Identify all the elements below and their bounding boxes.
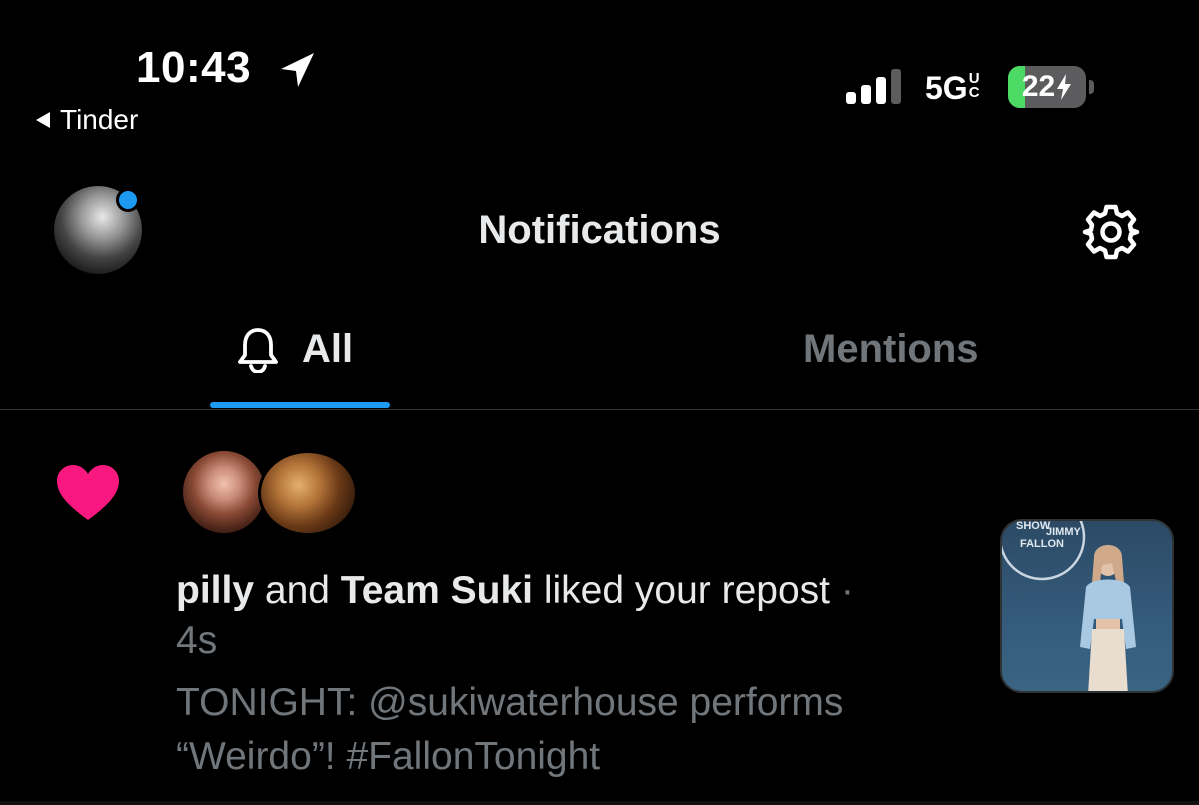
tab-all-label: All (302, 327, 354, 371)
active-tab-indicator (210, 402, 390, 408)
network-suffix: U C (968, 71, 980, 101)
battery-cap (1089, 80, 1094, 94)
back-triangle-icon (36, 112, 50, 128)
connector-text: and (264, 569, 330, 612)
row-bottom-edge (0, 801, 1199, 805)
liker-name-1[interactable]: pilly (176, 569, 254, 612)
liker-name-2[interactable]: Team Suki (341, 569, 533, 612)
person-waist (1096, 619, 1120, 629)
tweet-thumbnail[interactable]: SHOW JIMMY FALLON (1000, 519, 1174, 693)
bell-icon (238, 328, 278, 373)
page-title: Notifications (478, 208, 721, 252)
tab-mentions[interactable]: Mentions (803, 324, 979, 374)
network-indicator: 5G U C (925, 68, 980, 108)
tabs-divider (0, 409, 1199, 410)
logo-word-2: JIMMY (1046, 526, 1082, 538)
reposted-tweet-text[interactable]: TONIGHT: @sukiwaterhouse performs “Weird… (176, 676, 956, 784)
notification-time: 4s (176, 619, 218, 662)
tab-all[interactable]: All (236, 324, 353, 374)
thumbnail-image: SHOW JIMMY FALLON (1002, 521, 1136, 691)
liker-avatar-pilly[interactable] (180, 448, 268, 536)
network-suffix-bottom: C (968, 84, 980, 101)
battery-level: 22 (1021, 70, 1056, 103)
separator-dot: · (840, 569, 854, 612)
action-text: liked your repost (543, 569, 830, 612)
battery-label: 22 (1008, 66, 1086, 108)
back-to-app-link[interactable]: Tinder (36, 104, 138, 136)
cellular-signal-icon (846, 69, 901, 104)
liker-avatar-team-suki[interactable] (258, 450, 358, 536)
person-pants (1088, 629, 1128, 691)
battery-indicator: 22 (1008, 66, 1086, 108)
status-time: 10:43 (136, 43, 252, 92)
gear-icon[interactable] (1080, 201, 1142, 263)
back-app-label: Tinder (60, 104, 139, 135)
charging-bolt-icon (1057, 74, 1072, 100)
logo-word-3: FALLON (1020, 538, 1064, 550)
network-type: 5G (925, 70, 968, 106)
location-arrow-icon (281, 53, 314, 87)
heart-icon (57, 465, 119, 520)
notification-text[interactable]: pilly and Team Suki liked your repost · … (176, 566, 936, 666)
